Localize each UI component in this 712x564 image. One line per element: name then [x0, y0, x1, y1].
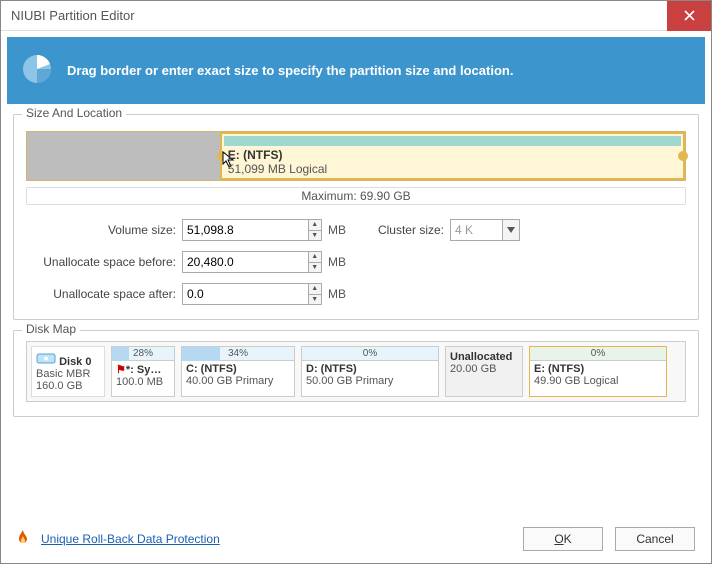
partition-*: Sy…[interactable]: 28%⚑*: Sy…100.0 MB: [111, 346, 175, 397]
space-after-stepper[interactable]: ▲▼: [308, 283, 322, 305]
cancel-button[interactable]: Cancel: [615, 527, 695, 551]
ok-button[interactable]: OK: [523, 527, 603, 551]
volume-size-stepper[interactable]: ▲▼: [308, 219, 322, 241]
space-after-label: Unallocate space after:: [26, 287, 176, 301]
partition-slider[interactable]: E: (NTFS) 51,099 MB Logical: [26, 131, 686, 181]
slider-partition-name: E: (NTFS): [228, 148, 283, 162]
flame-icon: [17, 530, 29, 549]
disk-icon: [36, 351, 56, 365]
window-title: NIUBI Partition Editor: [1, 8, 667, 23]
space-before-input[interactable]: [182, 251, 308, 273]
pie-icon: [21, 53, 53, 88]
unit-mb: MB: [328, 223, 358, 237]
partition-E: (NTFS)[interactable]: 0%E: (NTFS)49.90 GB Logical: [529, 346, 667, 397]
partition-Unallocated[interactable]: Unallocated20.00 GB: [445, 346, 523, 397]
maximum-size: Maximum: 69.90 GB: [26, 187, 686, 205]
cluster-size-select[interactable]: [450, 219, 502, 241]
disk-0[interactable]: Disk 0 Basic MBR 160.0 GB: [31, 346, 105, 397]
cluster-dropdown-button[interactable]: [502, 219, 520, 241]
volume-size-input[interactable]: [182, 219, 308, 241]
space-after-input[interactable]: [182, 283, 308, 305]
size-location-label: Size And Location: [22, 106, 126, 120]
cluster-size-label: Cluster size:: [364, 223, 444, 237]
space-before-label: Unallocate space before:: [26, 255, 176, 269]
close-button[interactable]: [667, 1, 711, 31]
volume-size-label: Volume size:: [26, 223, 176, 237]
space-before-stepper[interactable]: ▲▼: [308, 251, 322, 273]
banner-text: Drag border or enter exact size to speci…: [67, 63, 513, 78]
partition-D: (NTFS)[interactable]: 0%D: (NTFS)50.00 GB Primary: [301, 346, 439, 397]
rollback-link[interactable]: Unique Roll-Back Data Protection: [41, 532, 220, 546]
disk-map-label: Disk Map: [22, 322, 80, 336]
partition-C: (NTFS)[interactable]: 34%C: (NTFS)40.00 GB Primary: [181, 346, 295, 397]
slider-partition-size: 51,099 MB Logical: [228, 162, 327, 176]
disk-map: Disk 0 Basic MBR 160.0 GB 28%⚑*: Sy…100.…: [26, 341, 686, 402]
